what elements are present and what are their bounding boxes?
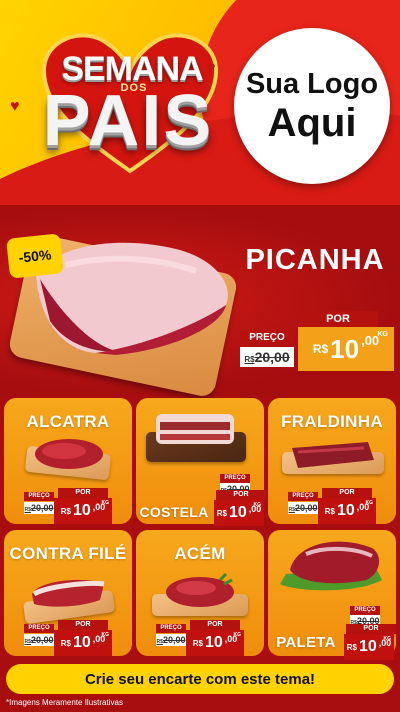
old-price: R$20,00: [24, 502, 54, 514]
new-price: R$ 10,00 KG: [186, 630, 244, 656]
product-name: FRALDINHA: [281, 412, 383, 431]
por-label: POR: [216, 490, 266, 500]
price-unit: KG: [233, 632, 242, 638]
por-label: POR: [190, 620, 240, 630]
por-label: POR: [322, 488, 372, 498]
product-name: CONTRA FILÉ: [9, 544, 127, 563]
por-label: POR: [346, 624, 396, 634]
price-unit: KG: [377, 331, 389, 338]
cta-banner[interactable]: Crie seu encarte com este tema!: [6, 664, 394, 694]
preco-label: PREÇO: [24, 624, 54, 633]
price-tag: PREÇO R$20,00 POR R$ 10,00 KG: [156, 620, 244, 656]
logo-text-line2: Aqui: [267, 101, 357, 145]
old-price-value: 20,00: [30, 635, 54, 645]
price-currency: R$: [324, 506, 335, 516]
preco-label: PREÇO: [220, 474, 250, 483]
disclaimer-text: *Imagens Meramente Ilustrativas: [6, 698, 123, 707]
old-price: R$20,00: [24, 634, 54, 646]
logo-placeholder: Sua Logo Aqui: [234, 28, 390, 184]
por-label: POR: [58, 620, 108, 630]
price-currency: R$: [60, 506, 71, 516]
preco-label: PREÇO: [156, 624, 186, 633]
old-price-currency: R$: [244, 355, 255, 364]
price-cents: ,00: [361, 333, 380, 348]
price-unit: KG: [101, 632, 110, 638]
old-price: R$20,00: [288, 502, 318, 514]
price-integer: 10: [336, 502, 355, 519]
por-label: POR: [298, 311, 378, 327]
old-price-value: 20,00: [294, 503, 318, 513]
hero-product-name: PICANHA: [245, 244, 385, 276]
old-price-value: 20,00: [30, 503, 54, 513]
preco-label: PREÇO: [350, 606, 380, 615]
paleta-meat-image: [280, 541, 382, 591]
price-unit: KG: [365, 500, 374, 506]
price-integer: 10: [204, 634, 223, 651]
price-currency: R$: [312, 342, 329, 356]
price-integer: 10: [72, 502, 91, 519]
old-price: R$20,00: [240, 347, 294, 367]
title-pais: PAIS: [42, 81, 214, 161]
old-price: R$20,00: [156, 634, 186, 646]
old-price-value: 20,00: [162, 635, 186, 645]
acem-meat-image: [166, 572, 234, 607]
price-currency: R$: [346, 642, 357, 652]
new-price: R$ 10,00 KG: [214, 500, 264, 526]
small-heart-icon: ♥: [10, 98, 20, 115]
product-name: ALCATRA: [26, 412, 110, 431]
new-price: R$ 10,00 KG: [54, 498, 112, 524]
old-price-value: 20,00: [254, 349, 290, 365]
price-currency: R$: [192, 638, 203, 648]
price-unit: KG: [253, 502, 262, 508]
price-tag-new: POR R$ 10,00 KG: [214, 490, 266, 526]
price-tag: PREÇO R$20,00 POR R$ 10,00 KG: [24, 488, 112, 524]
costela-meat-image: [156, 414, 234, 444]
price-currency: R$: [216, 508, 227, 518]
logo-text-line1: Sua Logo: [245, 68, 379, 100]
product-name: ACÉM: [174, 544, 226, 563]
alcatra-meat-image: [35, 439, 103, 469]
hero-price-tag: POR PREÇO R$20,00 R$ 10 ,00 KG: [240, 311, 394, 371]
price-integer: 10: [228, 504, 247, 521]
small-heart-icon: ♥: [206, 60, 216, 77]
price-tag: PREÇO R$20,00 POR R$ 10,00 KG: [288, 488, 376, 524]
preco-label: PREÇO: [24, 492, 54, 501]
new-price: R$ 10,00 KG: [54, 630, 112, 656]
header-banner: SEMANA DOS PAIS ♥ ♥ Sua Logo Aqui: [0, 0, 400, 205]
new-price: R$ 10 ,00 KG: [298, 327, 394, 371]
price-tag-new: POR R$ 10,00 KG: [344, 624, 396, 660]
fraldinha-meat-image: [292, 442, 374, 468]
price-integer: 10: [358, 638, 377, 655]
discount-badge: -50%: [6, 233, 64, 279]
price-integer: 10: [330, 333, 360, 364]
preco-label: PREÇO: [240, 331, 294, 345]
new-price: R$ 10,00 KG: [318, 498, 376, 524]
price-tag: PREÇO R$20,00 POR R$ 10,00 KG: [24, 620, 112, 656]
new-price: R$ 10,00 KG: [344, 634, 394, 660]
preco-label: PREÇO: [288, 492, 318, 501]
price-currency: R$: [60, 638, 71, 648]
contra-file-meat-image: [32, 579, 105, 607]
price-integer: 10: [72, 634, 91, 651]
price-unit: KG: [383, 636, 392, 642]
por-label: POR: [58, 488, 108, 498]
price-unit: KG: [101, 500, 110, 506]
